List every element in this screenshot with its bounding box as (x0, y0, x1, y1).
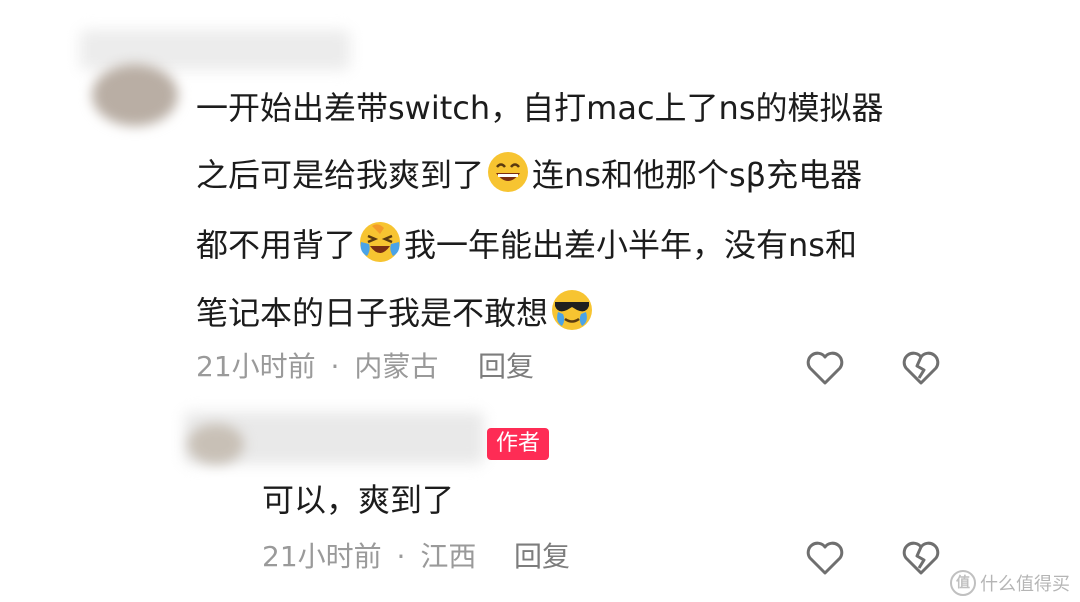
comment-line-4: 笔记本的日子我是不敢想 (196, 288, 596, 333)
sunglasses-crying-face-icon (552, 290, 593, 330)
comment-location: 内蒙古 (354, 350, 439, 383)
reply-reply-button[interactable]: 回复 (514, 540, 570, 574)
reply-location: 江西 (420, 540, 477, 573)
comment-reply-button[interactable]: 回复 (478, 350, 534, 384)
watermark-logo-icon: 值 (950, 570, 976, 596)
dislike-broken-heart-icon[interactable] (900, 537, 942, 579)
reply-avatar[interactable] (188, 424, 244, 464)
comment-text-2: 之后可是给我爽到了 (196, 156, 485, 194)
comment-line-2: 之后可是给我爽到了 连ns和他那个sβ充电器 (196, 150, 862, 195)
comment-line-1: 一开始出差带switch，自打mac上了ns的模拟器 (196, 88, 884, 128)
reply-text: 可以，爽到了 (262, 481, 455, 519)
reply-meta: 21小时前 · 江西 (262, 540, 476, 574)
grinning-face-icon (488, 152, 529, 192)
like-heart-icon[interactable] (804, 347, 846, 389)
comment-text-5: 我一年能出差小半年，没有ns和 (404, 226, 857, 264)
watermark: 值 什么值得买 (950, 570, 1070, 596)
comment-line-3: 都不用背了 我一年能出差小半年，没有ns和 (196, 220, 857, 265)
comment-time: 21小时前 (196, 350, 316, 383)
reply-time: 21小时前 (262, 540, 382, 573)
dislike-broken-heart-icon[interactable] (900, 347, 942, 389)
like-heart-icon[interactable] (804, 537, 846, 579)
meta-separator: · (330, 350, 340, 383)
comment-text-4: 都不用背了 (196, 226, 357, 264)
commenter-avatar[interactable] (92, 64, 178, 126)
author-badge: 作者 (487, 428, 549, 460)
comment-text-6: 笔记本的日子我是不敢想 (196, 294, 549, 332)
comment-text-1: 一开始出差带switch，自打mac上了ns的模拟器 (196, 89, 884, 127)
meta-separator: · (396, 540, 406, 573)
laughing-crying-face-icon (360, 222, 401, 262)
commenter-username-blurred[interactable] (80, 30, 350, 70)
watermark-text: 什么值得买 (980, 574, 1070, 595)
comment-text-3: 连ns和他那个sβ充电器 (532, 156, 863, 194)
comment-meta: 21小时前 · 内蒙古 (196, 350, 438, 384)
